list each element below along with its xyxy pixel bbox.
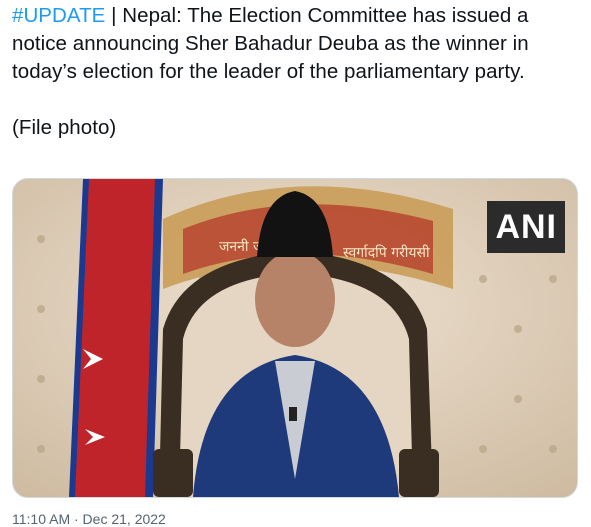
emblem-lettering-right: स्वर्गादपि गरीयसी xyxy=(343,244,430,261)
tweet-timestamp[interactable]: 11:10 AM · Dec 21, 2022 xyxy=(12,511,166,527)
nepal-flag xyxy=(69,179,163,497)
separator: | xyxy=(105,4,123,27)
hashtag-link[interactable]: #UPDATE xyxy=(12,4,105,27)
tweet-text: #UPDATE | Nepal: The Election Committee … xyxy=(12,2,582,142)
tweet-note: (File photo) xyxy=(12,116,117,139)
ani-watermark: ANI xyxy=(487,201,565,253)
emblem-lettering-left: जननी ज xyxy=(219,238,264,255)
tweet-photo[interactable]: जननी ज स्वर्गादपि गरीयसी ANI xyxy=(12,178,578,498)
